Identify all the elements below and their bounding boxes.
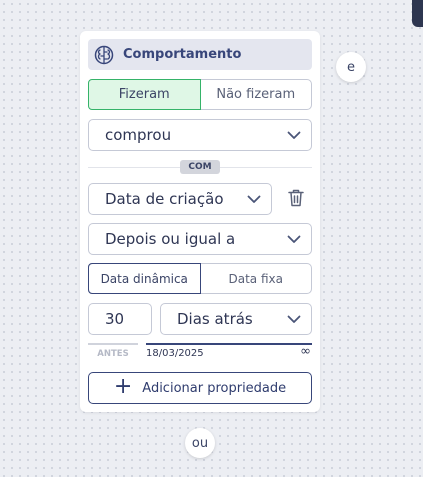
behavior-filter-card: Comportamento Fizeram Não fizeram compro… [80, 31, 320, 412]
chevron-down-icon [247, 195, 261, 203]
before-range-line [88, 343, 138, 345]
chevron-down-icon [287, 235, 301, 243]
action-toggle: Fizeram Não fizeram [88, 79, 312, 110]
and-connector[interactable]: e [336, 52, 366, 82]
property-select-value: Data de criação [105, 190, 224, 208]
event-select[interactable]: comprou [88, 119, 312, 151]
before-label: ANTES [97, 349, 129, 359]
operator-select[interactable]: Depois ou igual a [88, 223, 312, 255]
card-header: Comportamento [88, 39, 312, 70]
time-unit-select[interactable]: Dias atrás [160, 303, 312, 335]
option-data-dinamica[interactable]: Data dinâmica [88, 263, 201, 294]
com-badge: COM [180, 160, 220, 174]
event-select-value: comprou [105, 126, 172, 144]
trash-icon[interactable] [285, 187, 307, 209]
add-property-button[interactable]: + Adicionar propriedade [88, 372, 312, 404]
days-amount-input[interactable]: 30 [88, 303, 152, 335]
or-connector[interactable]: ou [185, 428, 215, 458]
corner-accent [412, 0, 423, 27]
option-fizeram[interactable]: Fizeram [88, 79, 201, 110]
chevron-down-icon [287, 315, 301, 323]
time-unit-value: Dias atrás [177, 310, 253, 328]
infinity-icon: ∞ [300, 344, 311, 359]
operator-select-value: Depois ou igual a [105, 230, 236, 248]
range-start-date: 18/03/2025 [146, 348, 204, 359]
add-property-label: Adicionar propriedade [142, 380, 287, 396]
brain-icon [94, 45, 114, 64]
plus-icon: + [113, 374, 133, 399]
date-range-line [146, 343, 312, 345]
option-data-fixa[interactable]: Data fixa [201, 264, 312, 293]
chevron-down-icon [287, 131, 301, 139]
property-select[interactable]: Data de criação [88, 183, 272, 215]
date-mode-toggle: Data dinâmica Data fixa [88, 263, 312, 294]
option-nao-fizeram[interactable]: Não fizeram [201, 80, 312, 109]
card-title: Comportamento [123, 47, 242, 62]
